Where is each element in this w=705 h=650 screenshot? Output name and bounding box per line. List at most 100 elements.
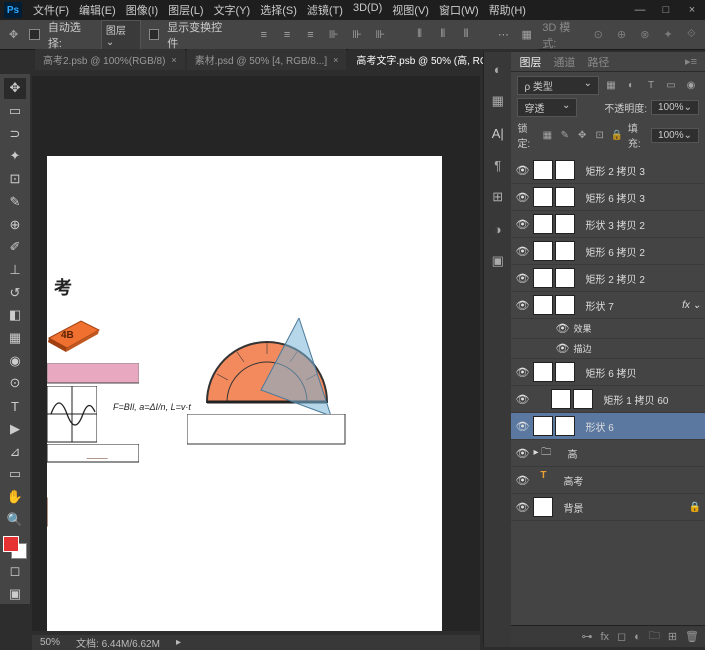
document-tab[interactable]: 素材.psd @ 50% [4, RGB/8...]× (187, 49, 347, 70)
blend-mode-dropdown[interactable]: 穿透⌄ (517, 98, 577, 117)
link-layers-icon[interactable]: ⊶ (581, 630, 592, 643)
distribute-icon[interactable]: ⫴ (458, 27, 473, 43)
lock-transparent-icon[interactable]: ▦ (541, 127, 554, 143)
align-icon[interactable]: ≡ (303, 27, 318, 43)
color-swatch[interactable] (3, 536, 27, 559)
visibility-icon[interactable]: 👁 (515, 366, 529, 379)
3d-icon[interactable]: ⊙ (591, 27, 606, 43)
menu-item[interactable]: 文件(F) (30, 2, 72, 18)
color-panel-icon[interactable]: ◐ (489, 60, 507, 78)
opacity-input[interactable]: 100%⌄ (651, 100, 699, 115)
stamp-tool[interactable]: ⊥ (4, 260, 26, 281)
menu-item[interactable]: 图层(L) (165, 2, 206, 18)
layer-fx-icon[interactable]: fx (600, 631, 609, 643)
layer-row[interactable]: 👁矩形 2 拷贝 3 (511, 157, 705, 184)
filter-adjust-icon[interactable]: ◐ (623, 78, 639, 94)
panel-menu-icon[interactable]: ▸≡ (685, 55, 697, 68)
visibility-icon[interactable]: 👁 (515, 272, 529, 285)
align-icon[interactable]: ≡ (280, 27, 295, 43)
align-icon[interactable]: ⊪ (373, 27, 388, 43)
menu-item[interactable]: 3D(D) (350, 2, 385, 18)
visibility-icon[interactable]: 👁 (515, 420, 529, 433)
distribute-icon[interactable]: ⫴ (412, 27, 427, 43)
screen-mode-tool[interactable]: ▣ (4, 583, 26, 604)
wand-tool[interactable]: ✦ (4, 146, 26, 167)
layer-row[interactable]: 👁T高考 (511, 467, 705, 494)
gradient-tool[interactable]: ▦ (4, 328, 26, 349)
layer-row[interactable]: 👁形状 6 (511, 413, 705, 440)
layer-mask-icon[interactable]: ◻ (617, 630, 626, 643)
layer-row[interactable]: 👁矩形 2 拷贝 2 (511, 265, 705, 292)
distribute-icon[interactable]: ⫴ (435, 27, 450, 43)
more-icon[interactable]: ⋯ (496, 27, 511, 43)
fg-color[interactable] (3, 536, 19, 552)
visibility-icon[interactable]: 👁 (515, 393, 529, 406)
fill-input[interactable]: 100%⌄ (651, 128, 699, 143)
move-tool[interactable]: ✥ (4, 78, 26, 99)
canvas[interactable]: 考 4B F=BIl, a=ΔI/n, L=v·t (47, 156, 442, 631)
menu-item[interactable]: 滤镜(T) (304, 2, 346, 18)
lock-paint-icon[interactable]: ✎ (558, 127, 571, 143)
crop-tool[interactable]: ⊡ (4, 169, 26, 190)
layer-effect-item[interactable]: 👁描边 (511, 339, 705, 359)
heal-tool[interactable]: ⊕ (4, 214, 26, 235)
auto-select-dropdown[interactable]: 图层 ⌄ (101, 20, 141, 50)
kind-filter-dropdown[interactable]: ρ 类型⌄ (517, 76, 599, 95)
visibility-icon[interactable]: 👁 (515, 191, 529, 204)
transform-checkbox[interactable] (149, 29, 160, 40)
layer-row[interactable]: 👁矩形 6 拷贝 3 (511, 184, 705, 211)
zoom-tool[interactable]: 🔍 (4, 509, 26, 530)
type-tool[interactable]: ▶ (4, 419, 26, 440)
layer-row[interactable]: 👁形状 7fx ⌄ (511, 292, 705, 319)
adjustment-layer-icon[interactable]: ◐ (634, 631, 641, 643)
path-tool[interactable]: ⊿ (4, 441, 26, 462)
3d-icon[interactable]: ⊕ (614, 27, 629, 43)
visibility-icon[interactable]: 👁 (515, 164, 529, 177)
adjustments-panel-icon[interactable]: ◑ (489, 220, 507, 238)
brush-tool[interactable]: ✐ (4, 237, 26, 258)
menu-item[interactable]: 图像(I) (123, 2, 161, 18)
menu-item[interactable]: 帮助(H) (486, 2, 529, 18)
eyedropper-tool[interactable]: ✎ (4, 192, 26, 213)
hand-tool[interactable]: ✋ (4, 487, 26, 508)
lock-artboard-icon[interactable]: ⊡ (593, 127, 606, 143)
visibility-icon[interactable]: 👁 (515, 245, 529, 258)
lock-all-icon[interactable]: 🔒 (610, 127, 623, 143)
mask-mode-tool[interactable]: ◻ (4, 561, 26, 582)
styles-panel-icon[interactable]: ▣ (489, 252, 507, 270)
3d-toggle-icon[interactable]: ▦ (519, 27, 534, 43)
align-icon[interactable]: ≡ (256, 27, 271, 43)
filter-smart-icon[interactable]: ◉ (683, 78, 699, 94)
visibility-icon[interactable]: 👁 (515, 474, 529, 487)
layer-row[interactable]: 👁形状 3 拷贝 2 (511, 211, 705, 238)
layer-effect-item[interactable]: 👁效果 (511, 319, 705, 339)
maximize-button[interactable]: □ (657, 4, 675, 16)
visibility-icon[interactable]: 👁 (515, 501, 529, 514)
3d-icon[interactable]: ⟐ (684, 27, 699, 43)
auto-select-checkbox[interactable] (29, 29, 40, 40)
visibility-icon[interactable]: 👁 (515, 218, 529, 231)
visibility-icon[interactable]: 👁 (515, 299, 529, 312)
panel-tab-channels[interactable]: 通道 (553, 54, 575, 70)
visibility-icon[interactable]: 👁 (515, 447, 529, 460)
fx-badge[interactable]: fx ⌄ (682, 300, 701, 311)
pen-tool[interactable]: T (4, 396, 26, 417)
history-brush-tool[interactable]: ↺ (4, 282, 26, 303)
layer-row[interactable]: 👁矩形 1 拷贝 60 (511, 386, 705, 413)
close-icon[interactable]: × (333, 55, 338, 65)
layer-group-icon[interactable]: 🗀 (649, 627, 660, 646)
document-tab[interactable]: 高考2.psb @ 100%(RGB/8)× (35, 49, 185, 70)
filter-text-icon[interactable]: T (643, 78, 659, 94)
menu-item[interactable]: 选择(S) (257, 2, 300, 18)
delete-layer-icon[interactable]: 🗑 (685, 630, 699, 643)
doc-info-arrow[interactable]: ▸ (176, 637, 181, 648)
rect-tool[interactable]: ▭ (4, 464, 26, 485)
menu-item[interactable]: 文字(Y) (211, 2, 254, 18)
filter-shape-icon[interactable]: ▭ (663, 78, 679, 94)
layer-row[interactable]: 👁矩形 6 拷贝 (511, 359, 705, 386)
zoom-level[interactable]: 50% (40, 637, 60, 648)
layer-row[interactable]: 👁背景🔒 (511, 494, 705, 521)
blur-tool[interactable]: ◉ (4, 350, 26, 371)
align-icon[interactable]: ⊪ (349, 27, 364, 43)
swatches-panel-icon[interactable]: ▦ (489, 92, 507, 110)
